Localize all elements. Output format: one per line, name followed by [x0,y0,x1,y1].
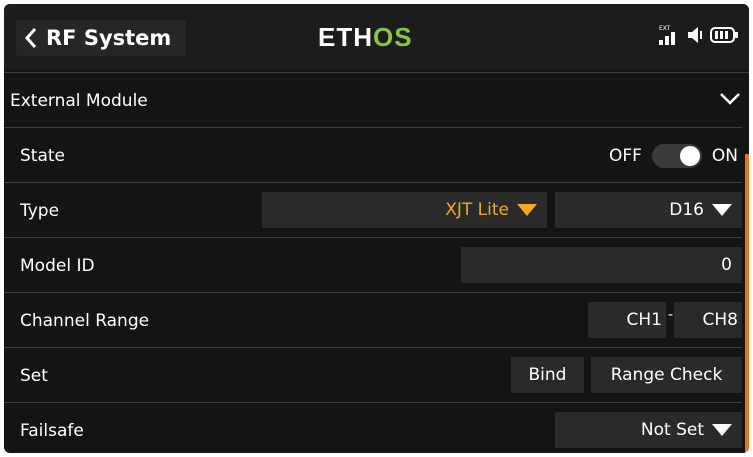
row-set: Set Bind Range Check [4,347,742,403]
channel-end-field[interactable]: CH8 [674,302,742,338]
type-label: Type [20,200,60,221]
header-bar: RF System ETH OS EXT [4,4,749,70]
failsafe-dropdown[interactable]: Not Set [555,412,742,448]
back-chevron-icon [16,20,46,56]
row-state: State OFF ON [4,127,742,183]
mode-dropdown[interactable]: D16 [555,192,742,228]
speaker-icon [686,23,704,51]
dropdown-triangle-icon [517,204,537,216]
set-label: Set [20,365,48,386]
bind-button[interactable]: Bind [511,357,584,393]
screen: RF System ETH OS EXT External Module Sta… [4,4,749,453]
failsafe-value: Not Set [640,420,704,440]
model-id-value: 0 [721,255,732,275]
channel-range-label: Channel Range [20,310,150,331]
dropdown-triangle-icon [712,204,732,216]
status-icons: EXT [655,20,739,54]
settings-list: External Module State OFF ON Type XJT Li… [4,70,749,453]
failsafe-label: Failsafe [20,420,84,441]
ethos-logo: ETH OS [318,21,413,52]
channel-separator: - [668,307,674,323]
range-check-button[interactable]: Range Check [591,357,742,393]
channel-end-value: CH8 [702,310,738,330]
channel-start-value: CH1 [626,310,662,330]
row-channel-range: Channel Range CH1 - CH8 [4,292,742,348]
protocol-dropdown[interactable]: XJT Lite [262,192,547,228]
model-id-label: Model ID [20,255,95,276]
toggle-knob [679,145,700,166]
ext-label: EXT [659,25,671,32]
channel-start-field[interactable]: CH1 [588,302,666,338]
section-label: External Module [10,90,148,111]
chevron-down-icon[interactable] [719,91,741,110]
mode-value: D16 [669,200,704,220]
toggle-switch[interactable] [651,143,702,168]
state-toggle[interactable]: OFF ON [608,143,738,168]
back-button[interactable]: RF System [16,20,186,56]
row-failsafe: Failsafe Not Set [4,402,742,453]
page-title: RF System [46,26,172,50]
row-model-id: Model ID 0 [4,237,742,293]
toggle-off-label: OFF [608,145,642,166]
toggle-on-label: ON [711,145,738,166]
model-id-field[interactable]: 0 [461,247,742,283]
signal-bars-icon: EXT [655,23,681,51]
dropdown-triangle-icon [712,424,732,436]
battery-icon [709,23,739,51]
protocol-value: XJT Lite [445,200,509,220]
state-label: State [20,145,65,166]
row-type: Type XJT Lite D16 [4,182,742,238]
scrollbar[interactable] [745,154,749,453]
section-external-module[interactable]: External Module [4,72,749,128]
